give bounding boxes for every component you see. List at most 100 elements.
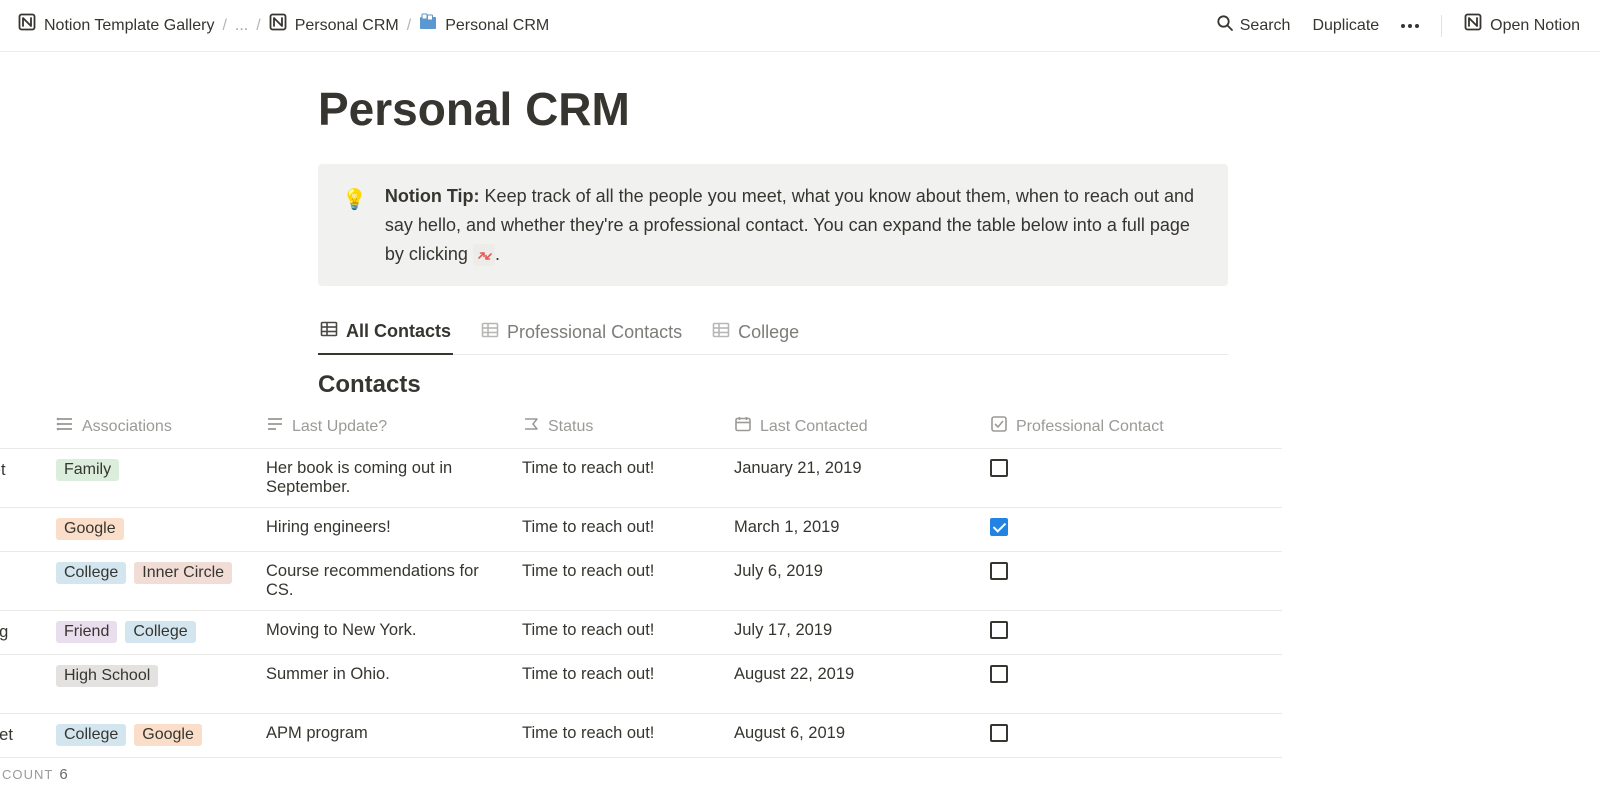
callout-body: Keep track of all the people you meet, w… xyxy=(385,186,1194,264)
last-contacted-cell: August 6, 2019 xyxy=(720,714,976,758)
table-icon xyxy=(712,321,730,344)
topbar: Notion Template Gallery / ... / Personal… xyxy=(0,0,1600,52)
tab-label: College xyxy=(738,322,799,343)
professional-checkbox[interactable] xyxy=(990,621,1008,639)
card-box-icon xyxy=(419,13,439,38)
last-contacted-cell: January 21, 2019 xyxy=(720,449,976,508)
breadcrumb-label: Personal CRM xyxy=(295,17,399,35)
status-cell: Time to reach out! xyxy=(508,714,720,758)
divider xyxy=(1441,15,1442,37)
table-footer: Count 6 xyxy=(0,758,1282,783)
lightbulb-icon: 💡 xyxy=(342,184,367,268)
breadcrumb-item-ellipsis[interactable]: ... xyxy=(235,17,248,35)
professional-checkbox[interactable] xyxy=(990,518,1008,536)
duplicate-button[interactable]: Duplicate xyxy=(1312,17,1379,35)
view-tab[interactable]: All Contacts xyxy=(318,314,453,355)
tag: High School xyxy=(56,665,158,687)
tag: Inner Circle xyxy=(134,562,232,584)
breadcrumb-label: Notion Template Gallery xyxy=(44,17,214,35)
view-tab[interactable]: College xyxy=(710,314,801,354)
date-property-icon xyxy=(734,415,752,438)
table-row[interactable]: Ophelia WinsletFamilyHer book is coming … xyxy=(0,449,1282,508)
tag: College xyxy=(125,621,195,643)
breadcrumb-label: ... xyxy=(235,17,248,35)
breadcrumb: Notion Template Gallery / ... / Personal… xyxy=(18,13,549,38)
status-cell: Time to reach out! xyxy=(508,552,720,611)
last-contacted-cell: July 17, 2019 xyxy=(720,611,976,655)
breadcrumb-separator: / xyxy=(222,17,226,35)
contact-name: Julianne Capulet xyxy=(0,726,13,745)
open-notion-button[interactable]: Open Notion xyxy=(1464,13,1580,38)
count-label: Count xyxy=(2,767,53,782)
col-header-last-contacted[interactable]: Last Contacted xyxy=(720,405,976,449)
notion-logo-icon xyxy=(18,13,38,38)
breadcrumb-separator: / xyxy=(256,17,260,35)
database-title: Contacts xyxy=(318,371,1228,399)
breadcrumb-item-gallery[interactable]: Notion Template Gallery xyxy=(18,13,214,38)
col-header-name[interactable]: Name xyxy=(0,405,42,449)
open-notion-label: Open Notion xyxy=(1490,17,1580,35)
table-row[interactable]: Anne BullenCollegeInner CircleCourse rec… xyxy=(0,552,1282,611)
last-update-cell: Hiring engineers! xyxy=(252,508,508,552)
tag: College xyxy=(56,724,126,746)
tab-label: Professional Contacts xyxy=(507,322,682,343)
breadcrumb-label: Personal CRM xyxy=(445,17,549,35)
professional-checkbox[interactable] xyxy=(990,562,1008,580)
tag: Google xyxy=(134,724,202,746)
col-header-status[interactable]: Status xyxy=(508,405,720,449)
tab-label: All Contacts xyxy=(346,321,451,342)
search-icon xyxy=(1216,14,1234,37)
status-cell: Time to reach out! xyxy=(508,655,720,714)
notion-logo-icon xyxy=(1464,13,1484,38)
table-icon xyxy=(320,320,338,343)
multiselect-property-icon xyxy=(56,415,74,438)
status-cell: Time to reach out! xyxy=(508,611,720,655)
topbar-actions: Search Duplicate Open Notion xyxy=(1216,13,1580,38)
checkbox-property-icon xyxy=(990,415,1008,438)
table-row[interactable]: Julianne Capulet College Google APM program… xyxy=(0,714,1282,758)
professional-checkbox[interactable] xyxy=(990,665,1008,683)
tag: College xyxy=(56,562,126,584)
text-property-icon xyxy=(266,415,284,438)
table-icon xyxy=(481,321,499,344)
last-update-cell: Summer in Ohio. xyxy=(252,655,508,714)
breadcrumb-separator: / xyxy=(407,17,411,35)
tag: Google xyxy=(56,518,124,540)
table-row[interactable]: Elizabeth YoungFriendCollegeMoving to Ne… xyxy=(0,611,1282,655)
col-header-associations[interactable]: Associations xyxy=(42,405,252,449)
last-contacted-cell: July 6, 2019 xyxy=(720,552,976,611)
breadcrumb-item-parent[interactable]: Personal CRM xyxy=(269,13,399,38)
expand-icon[interactable] xyxy=(473,244,495,266)
contacts-table: Name Associations Last Update? Status La… xyxy=(0,405,1282,758)
more-button[interactable] xyxy=(1401,24,1419,28)
col-header-last-update[interactable]: Last Update? xyxy=(252,405,508,449)
last-contacted-cell: March 1, 2019 xyxy=(720,508,976,552)
contact-name: Philip Falconbridge xyxy=(0,665,28,703)
last-contacted-cell: August 22, 2019 xyxy=(720,655,976,714)
last-update-cell: Her book is coming out in September. xyxy=(252,449,508,508)
tip-callout: 💡 Notion Tip: Keep track of all the peop… xyxy=(318,164,1228,286)
last-update-cell: APM program xyxy=(252,714,508,758)
status-cell: Time to reach out! xyxy=(508,508,720,552)
professional-checkbox[interactable] xyxy=(990,459,1008,477)
page: Personal CRM 💡 Notion Tip: Keep track of… xyxy=(0,52,1600,783)
contacts-table-wrap: Name Associations Last Update? Status La… xyxy=(0,405,1282,783)
table-row[interactable]: Philip Falconbridge High School Summer in … xyxy=(0,655,1282,714)
page-title: Personal CRM xyxy=(318,82,1228,136)
search-label: Search xyxy=(1240,17,1291,35)
breadcrumb-item-current[interactable]: Personal CRM xyxy=(419,13,549,38)
table-row[interactable]: Marcus BrutusGoogleHiring engineers!Time… xyxy=(0,508,1282,552)
col-header-professional[interactable]: Professional Contact xyxy=(976,405,1282,449)
tag: Family xyxy=(56,459,119,481)
search-button[interactable]: Search xyxy=(1216,14,1291,37)
callout-suffix: . xyxy=(495,244,500,264)
duplicate-label: Duplicate xyxy=(1312,17,1379,35)
table-header-row: Name Associations Last Update? Status La… xyxy=(0,405,1282,449)
callout-text: Notion Tip: Keep track of all the people… xyxy=(385,182,1204,268)
view-tab[interactable]: Professional Contacts xyxy=(479,314,684,354)
status-cell: Time to reach out! xyxy=(508,449,720,508)
professional-checkbox[interactable] xyxy=(990,724,1008,742)
count-value: 6 xyxy=(59,766,68,783)
more-icon xyxy=(1401,24,1419,28)
formula-property-icon xyxy=(522,415,540,438)
